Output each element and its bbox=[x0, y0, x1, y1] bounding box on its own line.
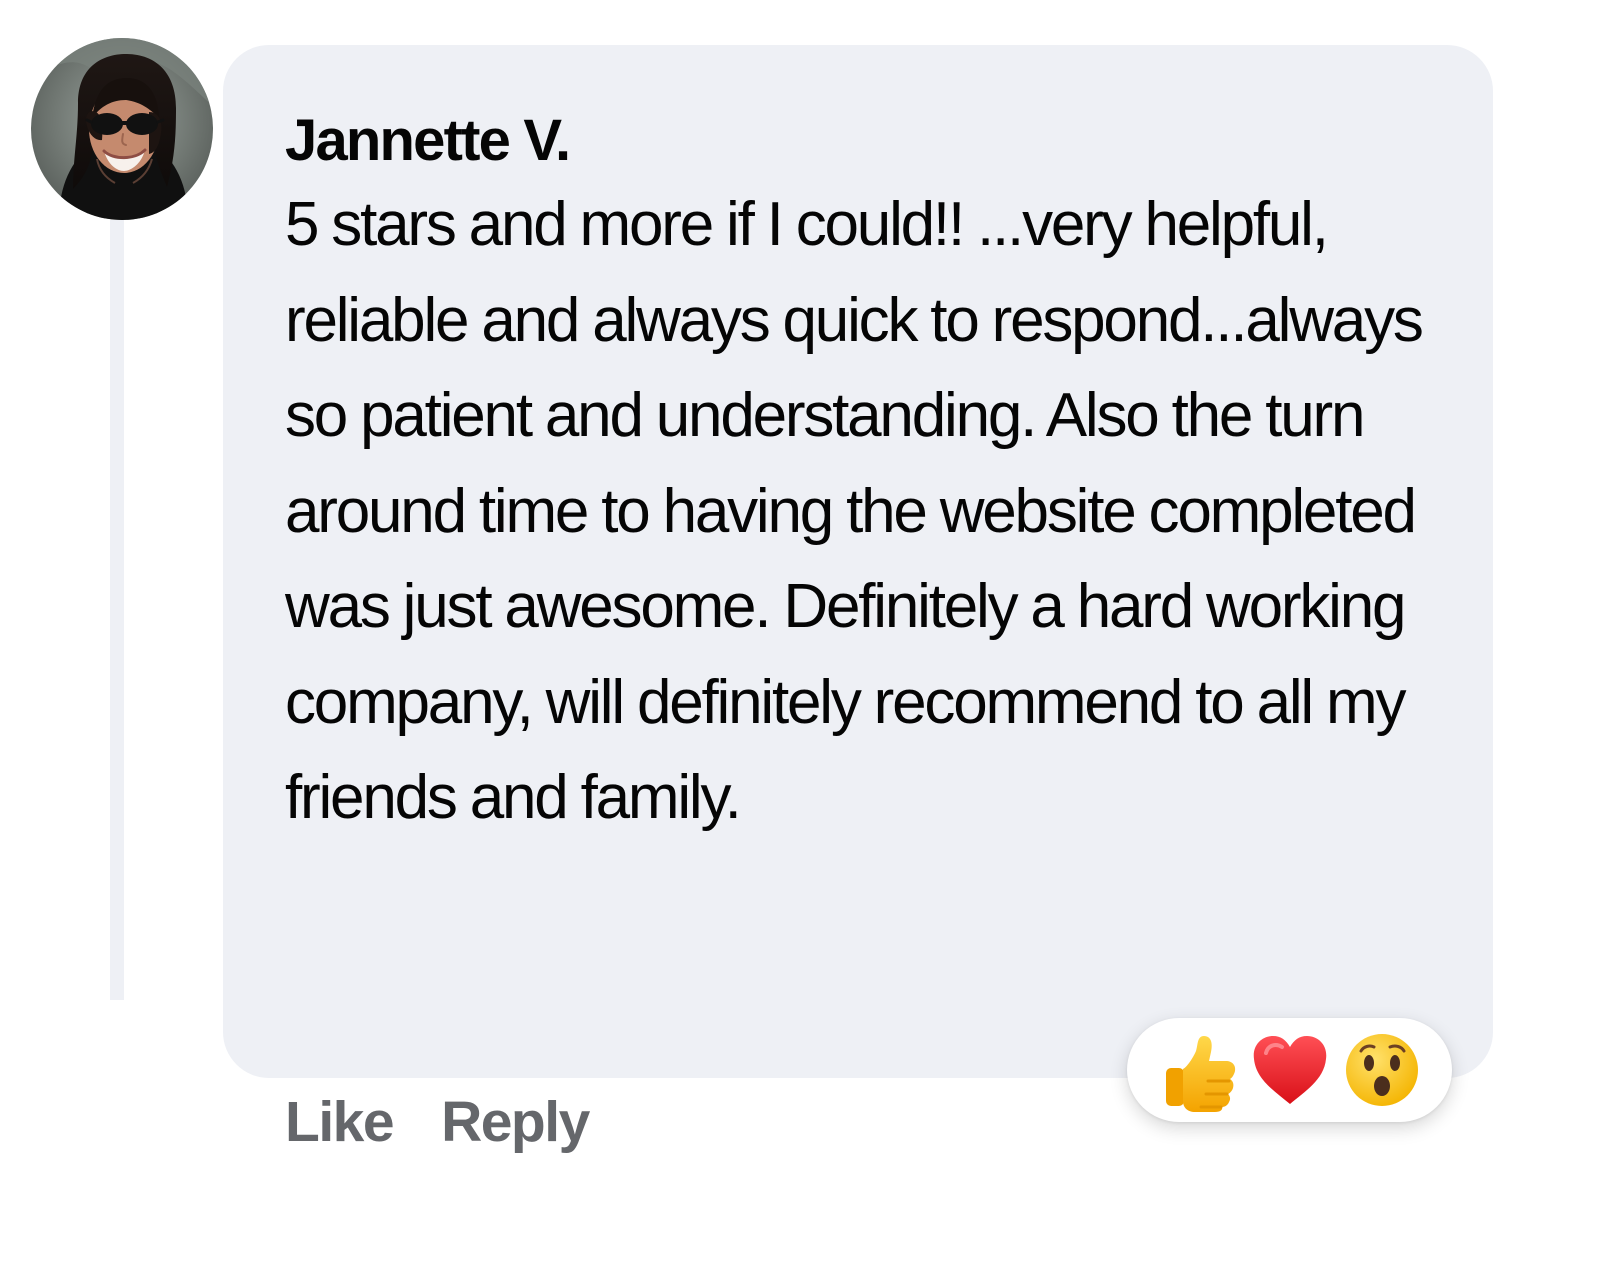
comment-actions: Like Reply bbox=[285, 1090, 590, 1154]
avatar-photo bbox=[31, 38, 213, 220]
comment-thread: Jannette V. 5 stars and more if I could!… bbox=[0, 0, 1601, 1265]
thumbs-up-icon bbox=[1156, 1028, 1240, 1112]
surprised-face-icon bbox=[1340, 1028, 1424, 1112]
avatar[interactable] bbox=[31, 38, 213, 220]
like-button[interactable]: Like bbox=[285, 1090, 395, 1154]
heart-icon bbox=[1248, 1028, 1332, 1112]
thread-line bbox=[110, 220, 124, 1000]
comment-author-name[interactable]: Jannette V. bbox=[285, 105, 1431, 177]
reply-button[interactable]: Reply bbox=[441, 1090, 590, 1154]
comment-text: 5 stars and more if I could!! ...very he… bbox=[285, 190, 1424, 832]
comment-bubble: Jannette V. 5 stars and more if I could!… bbox=[223, 45, 1493, 1078]
reaction-summary[interactable] bbox=[1127, 1018, 1452, 1122]
